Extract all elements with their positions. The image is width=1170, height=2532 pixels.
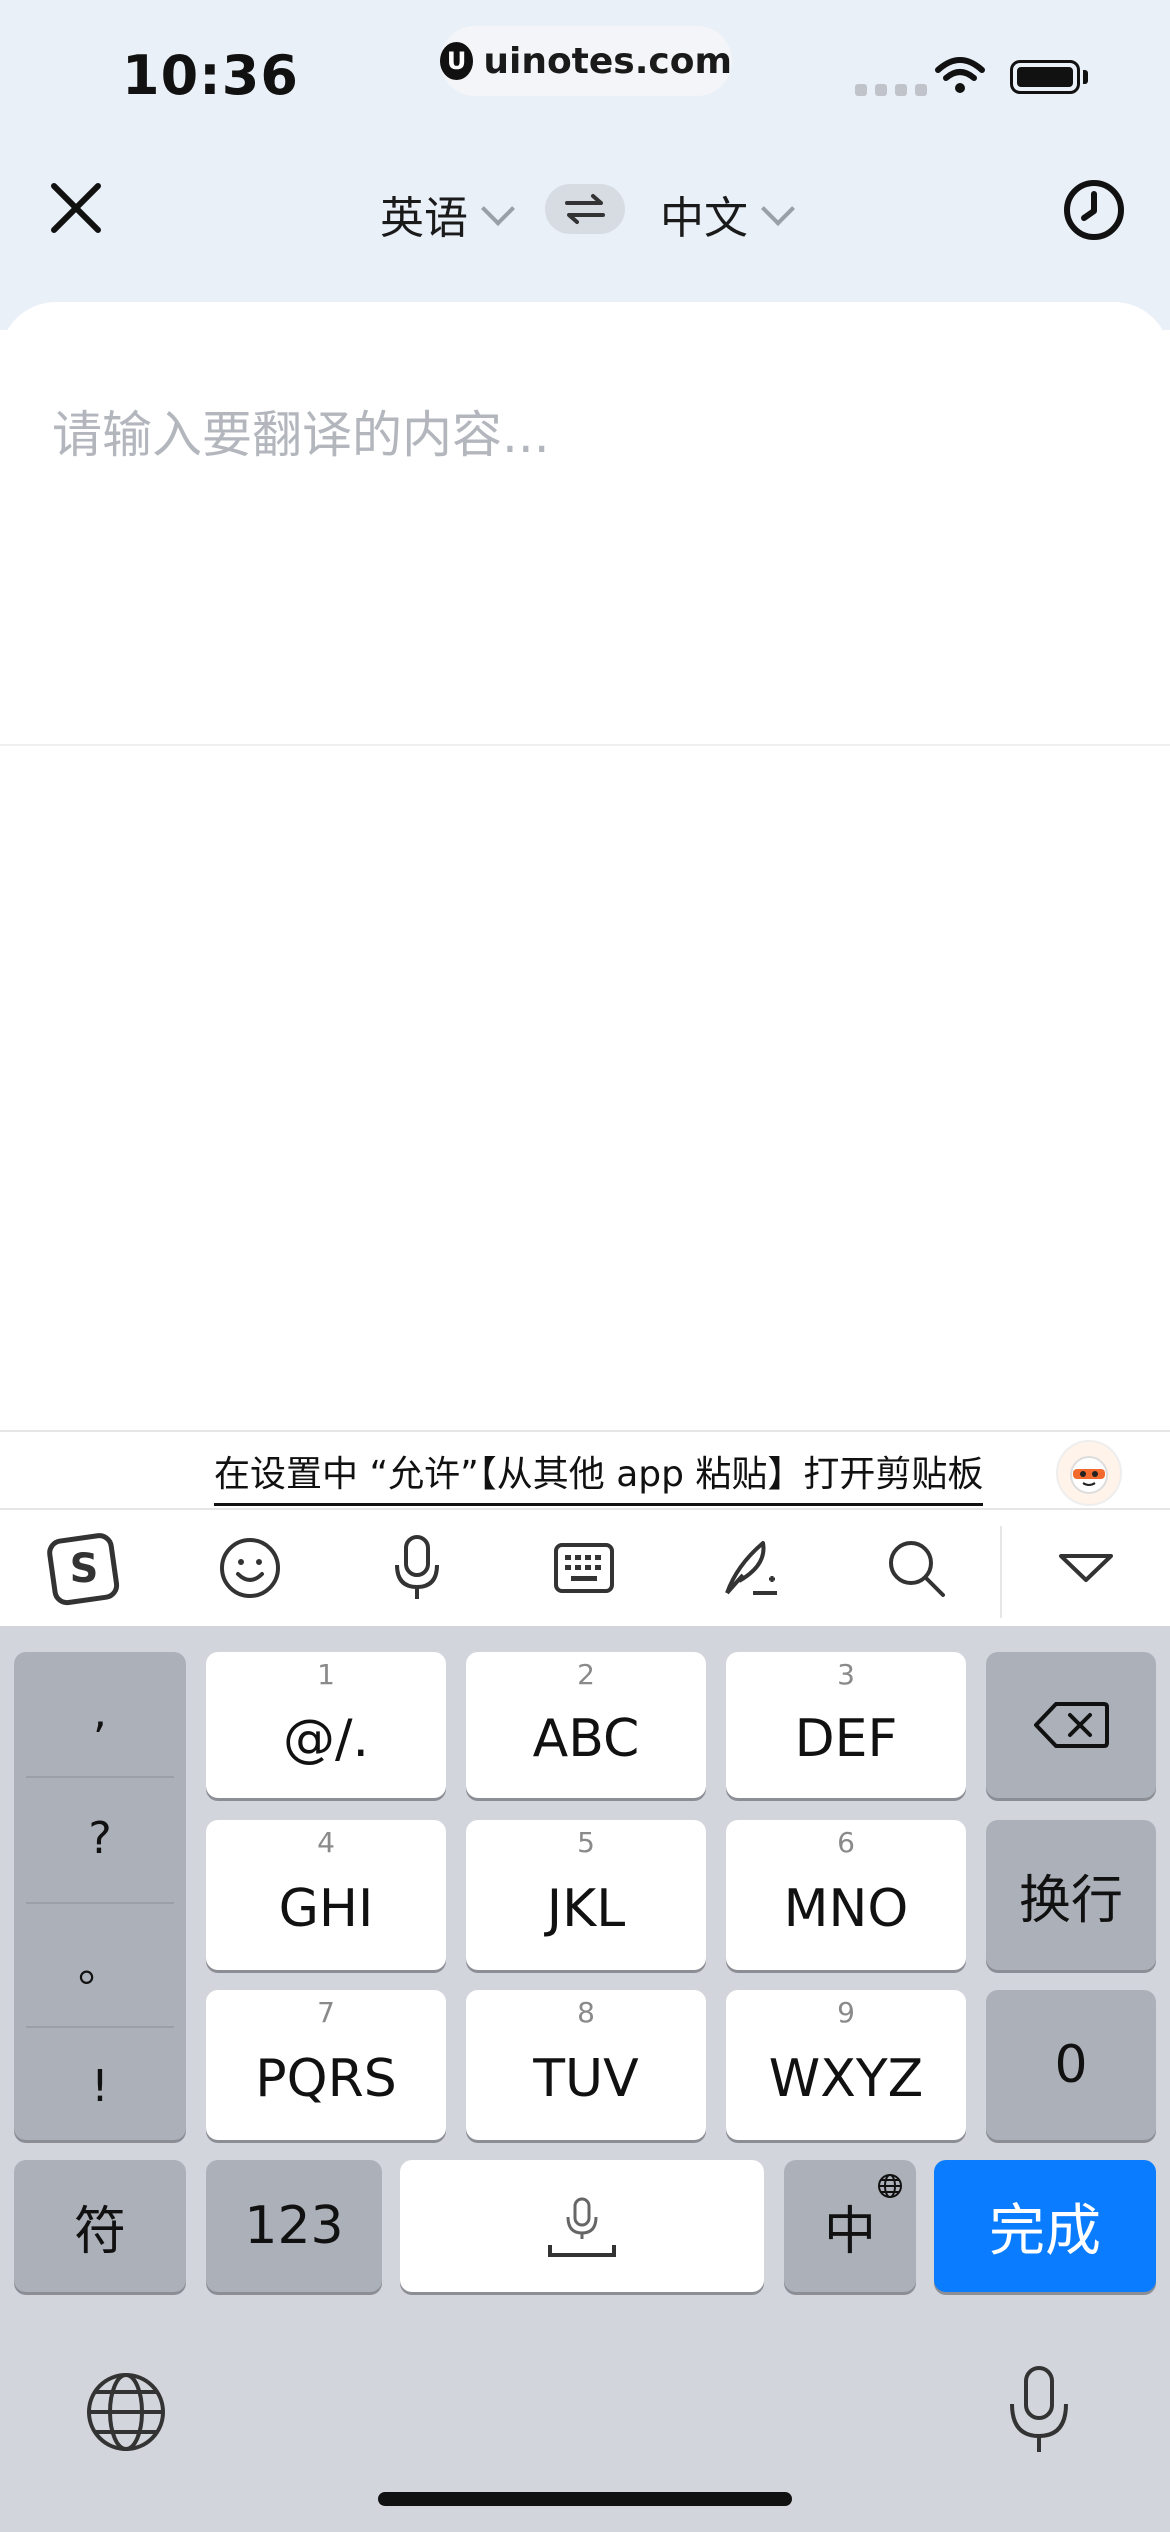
swap-languages-button[interactable] bbox=[545, 184, 625, 234]
key-3[interactable]: 3 DEF bbox=[726, 1652, 966, 1798]
status-time: 10:36 bbox=[122, 44, 299, 107]
divider bbox=[0, 744, 1170, 746]
mascot-face bbox=[1070, 1456, 1108, 1494]
swap-icon bbox=[565, 194, 605, 224]
key-1[interactable]: 1 @/. bbox=[206, 1652, 446, 1798]
emoji-icon[interactable] bbox=[210, 1528, 290, 1608]
close-icon[interactable] bbox=[48, 180, 104, 236]
pen-icon[interactable] bbox=[710, 1528, 790, 1608]
battery-tip bbox=[1083, 70, 1088, 84]
translation-input-area[interactable] bbox=[0, 302, 1170, 746]
numbers-key[interactable]: 123 bbox=[206, 2160, 382, 2292]
cellular-signal-icon bbox=[855, 84, 927, 96]
chevron-down-icon bbox=[761, 192, 795, 226]
svg-text:S: S bbox=[70, 1546, 99, 1592]
language-switch-label: 中 bbox=[823, 2201, 876, 2262]
space-key[interactable] bbox=[400, 2160, 764, 2292]
translation-input-placeholder: 请输入要翻译的内容... bbox=[52, 406, 550, 464]
microphone-icon[interactable] bbox=[377, 1528, 457, 1608]
key-4[interactable]: 4 GHI bbox=[206, 1820, 446, 1970]
clock-icon[interactable] bbox=[1062, 178, 1126, 242]
target-language-label: 中文 bbox=[660, 193, 748, 244]
collapse-keyboard-icon[interactable] bbox=[1046, 1528, 1126, 1608]
mascot-icon[interactable] bbox=[1056, 1440, 1122, 1506]
punctuation-period[interactable]: 。 bbox=[14, 1910, 186, 2014]
chevron-down-icon bbox=[481, 192, 515, 226]
source-language-select[interactable]: 英语 bbox=[380, 182, 515, 246]
key-7[interactable]: 7 PQRS bbox=[206, 1990, 446, 2140]
sogou-logo-icon[interactable]: S bbox=[44, 1528, 124, 1608]
zero-key[interactable]: 0 bbox=[986, 1990, 1156, 2140]
site-logo-icon: U bbox=[440, 42, 474, 80]
key-2[interactable]: 2 ABC bbox=[466, 1652, 706, 1798]
url-pill[interactable]: U uinotes.com bbox=[440, 26, 732, 96]
punctuation-comma[interactable]: , bbox=[14, 1662, 186, 1762]
dictation-microphone-icon[interactable] bbox=[1004, 2364, 1074, 2456]
punctuation-column[interactable]: , ? 。 ! bbox=[14, 1652, 186, 2140]
target-language-select[interactable]: 中文 bbox=[660, 182, 795, 246]
globe-small-icon bbox=[878, 2174, 902, 2198]
battery-icon bbox=[1010, 60, 1080, 94]
key-8[interactable]: 8 TUV bbox=[466, 1990, 706, 2140]
source-language-label: 英语 bbox=[380, 193, 468, 244]
symbols-key[interactable]: 符 bbox=[14, 2160, 186, 2292]
key-6[interactable]: 6 MNO bbox=[726, 1820, 966, 1970]
wifi-icon bbox=[935, 57, 985, 93]
punctuation-exclamation[interactable]: ! bbox=[14, 2036, 186, 2136]
key-9[interactable]: 9 WXYZ bbox=[726, 1990, 966, 2140]
keyboard-icon[interactable] bbox=[544, 1528, 624, 1608]
toolbar-separator bbox=[1000, 1526, 1002, 1618]
search-icon[interactable] bbox=[876, 1528, 956, 1608]
backspace-key[interactable] bbox=[986, 1652, 1156, 1798]
key-5[interactable]: 5 JKL bbox=[466, 1820, 706, 1970]
divider bbox=[0, 1430, 1170, 1432]
keyboard-toolbar: S bbox=[0, 1510, 1170, 1626]
clipboard-permission-link[interactable]: 在设置中 “允许”【从其他 app 粘贴】打开剪贴板 bbox=[214, 1445, 984, 1506]
home-indicator bbox=[378, 2492, 792, 2506]
newline-key[interactable]: 换行 bbox=[986, 1820, 1156, 1970]
globe-icon[interactable] bbox=[84, 2370, 168, 2454]
url-text: uinotes.com bbox=[483, 40, 732, 82]
punctuation-question[interactable]: ? bbox=[14, 1786, 186, 1890]
space-mic-icon bbox=[548, 2197, 616, 2257]
language-switch-key[interactable]: 中 bbox=[784, 2160, 916, 2292]
backspace-icon bbox=[1034, 1702, 1109, 1748]
done-key[interactable]: 完成 bbox=[934, 2160, 1156, 2292]
